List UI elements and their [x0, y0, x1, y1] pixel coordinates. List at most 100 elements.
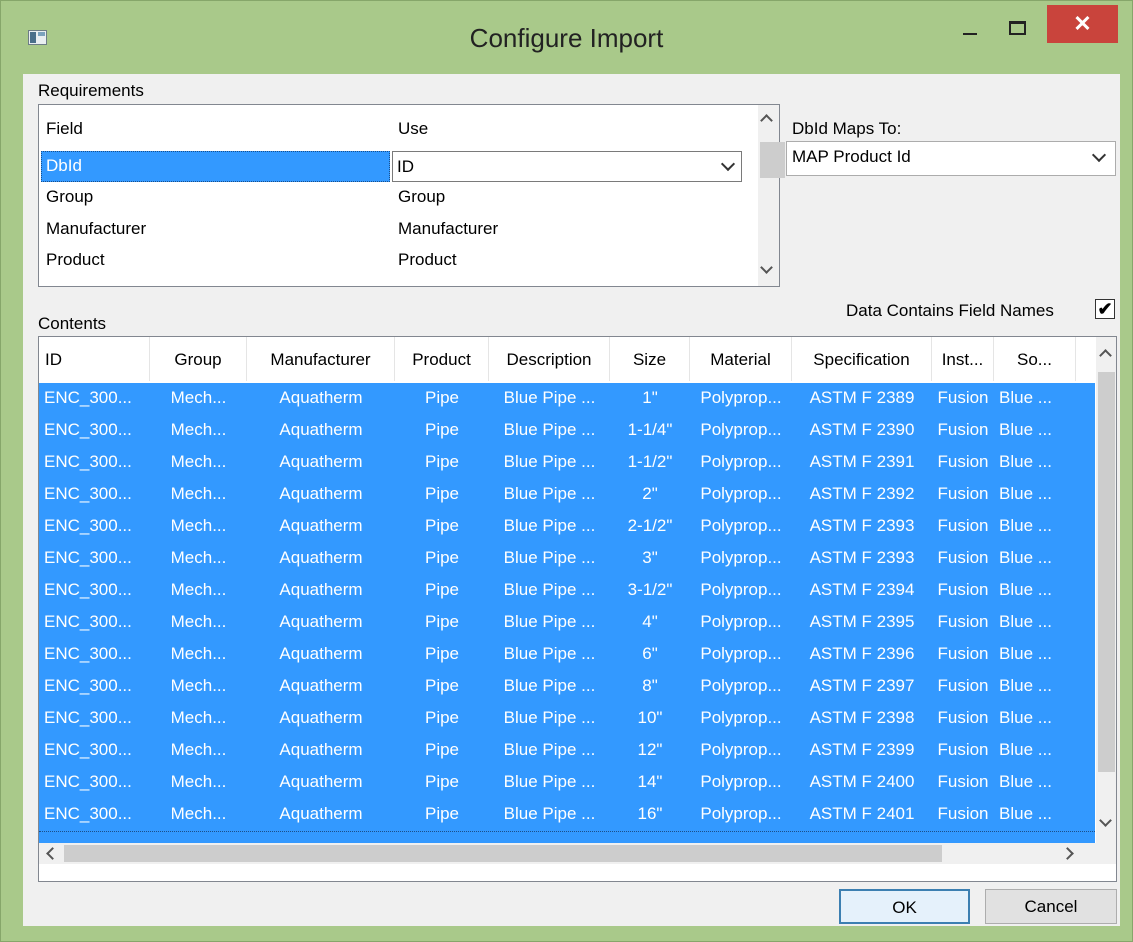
table-row[interactable]: ENC_300... Mech... Aquatherm Pipe Blue Pipe …: [39, 479, 1095, 511]
table-cell: Aquatherm: [279, 676, 363, 695]
table-cell: Blue ...: [999, 452, 1052, 471]
column-header[interactable]: Description: [489, 337, 610, 381]
column-header[interactable]: Inst...: [932, 337, 994, 381]
table-cell: Mech...: [170, 676, 227, 695]
requirements-table[interactable]: Field Use DbId ID Group Group Manufactur…: [38, 104, 785, 287]
table-cell: Blue ...: [999, 484, 1052, 503]
column-header[interactable]: So...: [994, 337, 1076, 381]
table-cell: Polyprop...: [700, 580, 782, 599]
column-header[interactable]: Material: [690, 337, 792, 381]
column-header[interactable]: Specification: [792, 337, 932, 381]
requirements-row[interactable]: Group Group: [39, 182, 759, 214]
scroll-left-icon[interactable]: [46, 847, 59, 860]
scroll-thumb[interactable]: [64, 845, 942, 862]
requirements-row[interactable]: Product Product: [39, 245, 759, 277]
table-cell: Blue ...: [999, 516, 1052, 535]
table-cell: Mech...: [170, 612, 227, 631]
use-column-header[interactable]: Use: [398, 119, 428, 139]
table-row[interactable]: ENC_300... Mech... Aquatherm Pipe Blue Pipe …: [39, 543, 1095, 575]
requirements-scrollbar[interactable]: [758, 105, 785, 286]
selected-field-cell[interactable]: DbId: [41, 151, 390, 182]
scroll-up-icon[interactable]: [760, 114, 773, 127]
table-row[interactable]: ENC_300... Mech... Aquatherm Pipe Blue Pipe …: [39, 607, 1095, 639]
table-cell: ASTM F 2399: [809, 740, 915, 759]
table-cell: Blue ...: [999, 740, 1052, 759]
table-cell: Aquatherm: [279, 804, 363, 823]
minimize-button[interactable]: [950, 9, 990, 47]
column-header[interactable]: Group: [150, 337, 247, 381]
table-row[interactable]: ENC_300... Mech... Aquatherm Pipe Blue Pipe …: [39, 447, 1095, 479]
table-row[interactable]: ENC_300... Mech... Aquatherm Pipe Blue Pipe …: [39, 511, 1095, 543]
field-value: Group: [46, 187, 94, 206]
close-icon: ✕: [1073, 11, 1092, 36]
table-row[interactable]: ENC_300... Mech... Aquatherm Pipe Blue Pipe …: [39, 799, 1095, 831]
table-cell: ENC_300...: [44, 548, 132, 567]
scroll-thumb[interactable]: [1098, 372, 1115, 772]
table-cell: Fusion: [937, 548, 989, 567]
title-bar[interactable]: Configure Import ✕: [1, 1, 1132, 75]
table-cell: ENC_300...: [44, 580, 132, 599]
table-cell: Fusion: [937, 484, 989, 503]
table-cell: Aquatherm: [279, 452, 363, 471]
column-header[interactable]: Manufacturer: [247, 337, 395, 381]
close-button[interactable]: ✕: [1047, 5, 1118, 43]
column-header[interactable]: Product: [395, 337, 489, 381]
grid-horizontal-scrollbar[interactable]: [39, 843, 1116, 864]
table-row[interactable]: ENC_300... Mech... Aquatherm Pipe Blue Pipe …: [39, 735, 1095, 767]
table-cell: Pipe: [424, 740, 460, 759]
table-cell: 16": [637, 804, 663, 823]
table-cell: Polyprop...: [700, 740, 782, 759]
chevron-down-icon: [720, 156, 736, 172]
ok-button[interactable]: OK: [839, 889, 970, 924]
table-cell: Pipe: [424, 644, 460, 663]
table-row[interactable]: ENC_300... Mech... Aquatherm Pipe Blue Pipe …: [39, 671, 1095, 703]
table-row[interactable]: ENC_300... Mech... Aquatherm Pipe Blue Pipe …: [39, 575, 1095, 607]
table-row[interactable]: ENC_300... Mech... Aquatherm Pipe Blue Pipe …: [39, 767, 1095, 799]
table-row-partial[interactable]: [39, 831, 1095, 843]
table-cell: ENC_300...: [44, 516, 132, 535]
maximize-button[interactable]: [997, 9, 1037, 47]
requirements-row[interactable]: DbId ID: [39, 150, 759, 182]
dbid-maps-dropdown[interactable]: MAP Product Id: [786, 141, 1116, 176]
table-cell: Pipe: [424, 420, 460, 439]
column-header[interactable]: ID: [39, 337, 150, 381]
table-cell: Fusion: [937, 388, 989, 407]
column-header[interactable]: Size: [610, 337, 690, 381]
table-cell: Mech...: [170, 452, 227, 471]
field-value: Product: [46, 250, 105, 269]
table-cell: Fusion: [937, 516, 989, 535]
table-row[interactable]: ENC_300... Mech... Aquatherm Pipe Blue Pipe …: [39, 383, 1095, 415]
scroll-up-icon[interactable]: [1099, 349, 1112, 362]
requirements-row[interactable]: Manufacturer Manufacturer: [39, 214, 759, 246]
table-cell: 3-1/2": [627, 580, 673, 599]
contents-grid[interactable]: ID Group Manufacturer Product Descriptio…: [38, 336, 1117, 882]
contents-label: Contents: [38, 314, 107, 333]
table-cell: Blue ...: [999, 612, 1052, 631]
table-cell: Blue Pipe ...: [503, 452, 596, 471]
use-value: Group: [398, 187, 446, 206]
contents-rows[interactable]: ENC_300... Mech... Aquatherm Pipe Blue Pipe …: [39, 383, 1095, 843]
scroll-right-icon[interactable]: [1061, 847, 1074, 860]
field-names-checkbox[interactable]: ✔: [1095, 299, 1115, 319]
use-dropdown[interactable]: ID: [392, 151, 742, 182]
scroll-down-icon[interactable]: [760, 261, 773, 274]
table-cell: Pipe: [424, 548, 460, 567]
grid-vertical-scrollbar[interactable]: [1096, 337, 1116, 843]
field-column-header[interactable]: Field: [46, 119, 83, 139]
table-row[interactable]: ENC_300... Mech... Aquatherm Pipe Blue Pipe …: [39, 639, 1095, 671]
table-cell: Blue Pipe ...: [503, 804, 596, 823]
table-cell: ASTM F 2398: [809, 708, 915, 727]
table-cell: Blue ...: [999, 804, 1052, 823]
table-cell: Blue Pipe ...: [503, 612, 596, 631]
scroll-down-icon[interactable]: [1099, 814, 1112, 827]
use-value: Product: [398, 250, 457, 269]
table-cell: Fusion: [937, 612, 989, 631]
table-cell: Blue ...: [999, 420, 1052, 439]
table-row[interactable]: ENC_300... Mech... Aquatherm Pipe Blue Pipe …: [39, 415, 1095, 447]
scroll-thumb[interactable]: [760, 142, 785, 178]
table-cell: Polyprop...: [700, 388, 782, 407]
table-cell: Blue ...: [999, 644, 1052, 663]
table-cell: Aquatherm: [279, 708, 363, 727]
cancel-button[interactable]: Cancel: [985, 889, 1117, 924]
table-row[interactable]: ENC_300... Mech... Aquatherm Pipe Blue Pipe …: [39, 703, 1095, 735]
